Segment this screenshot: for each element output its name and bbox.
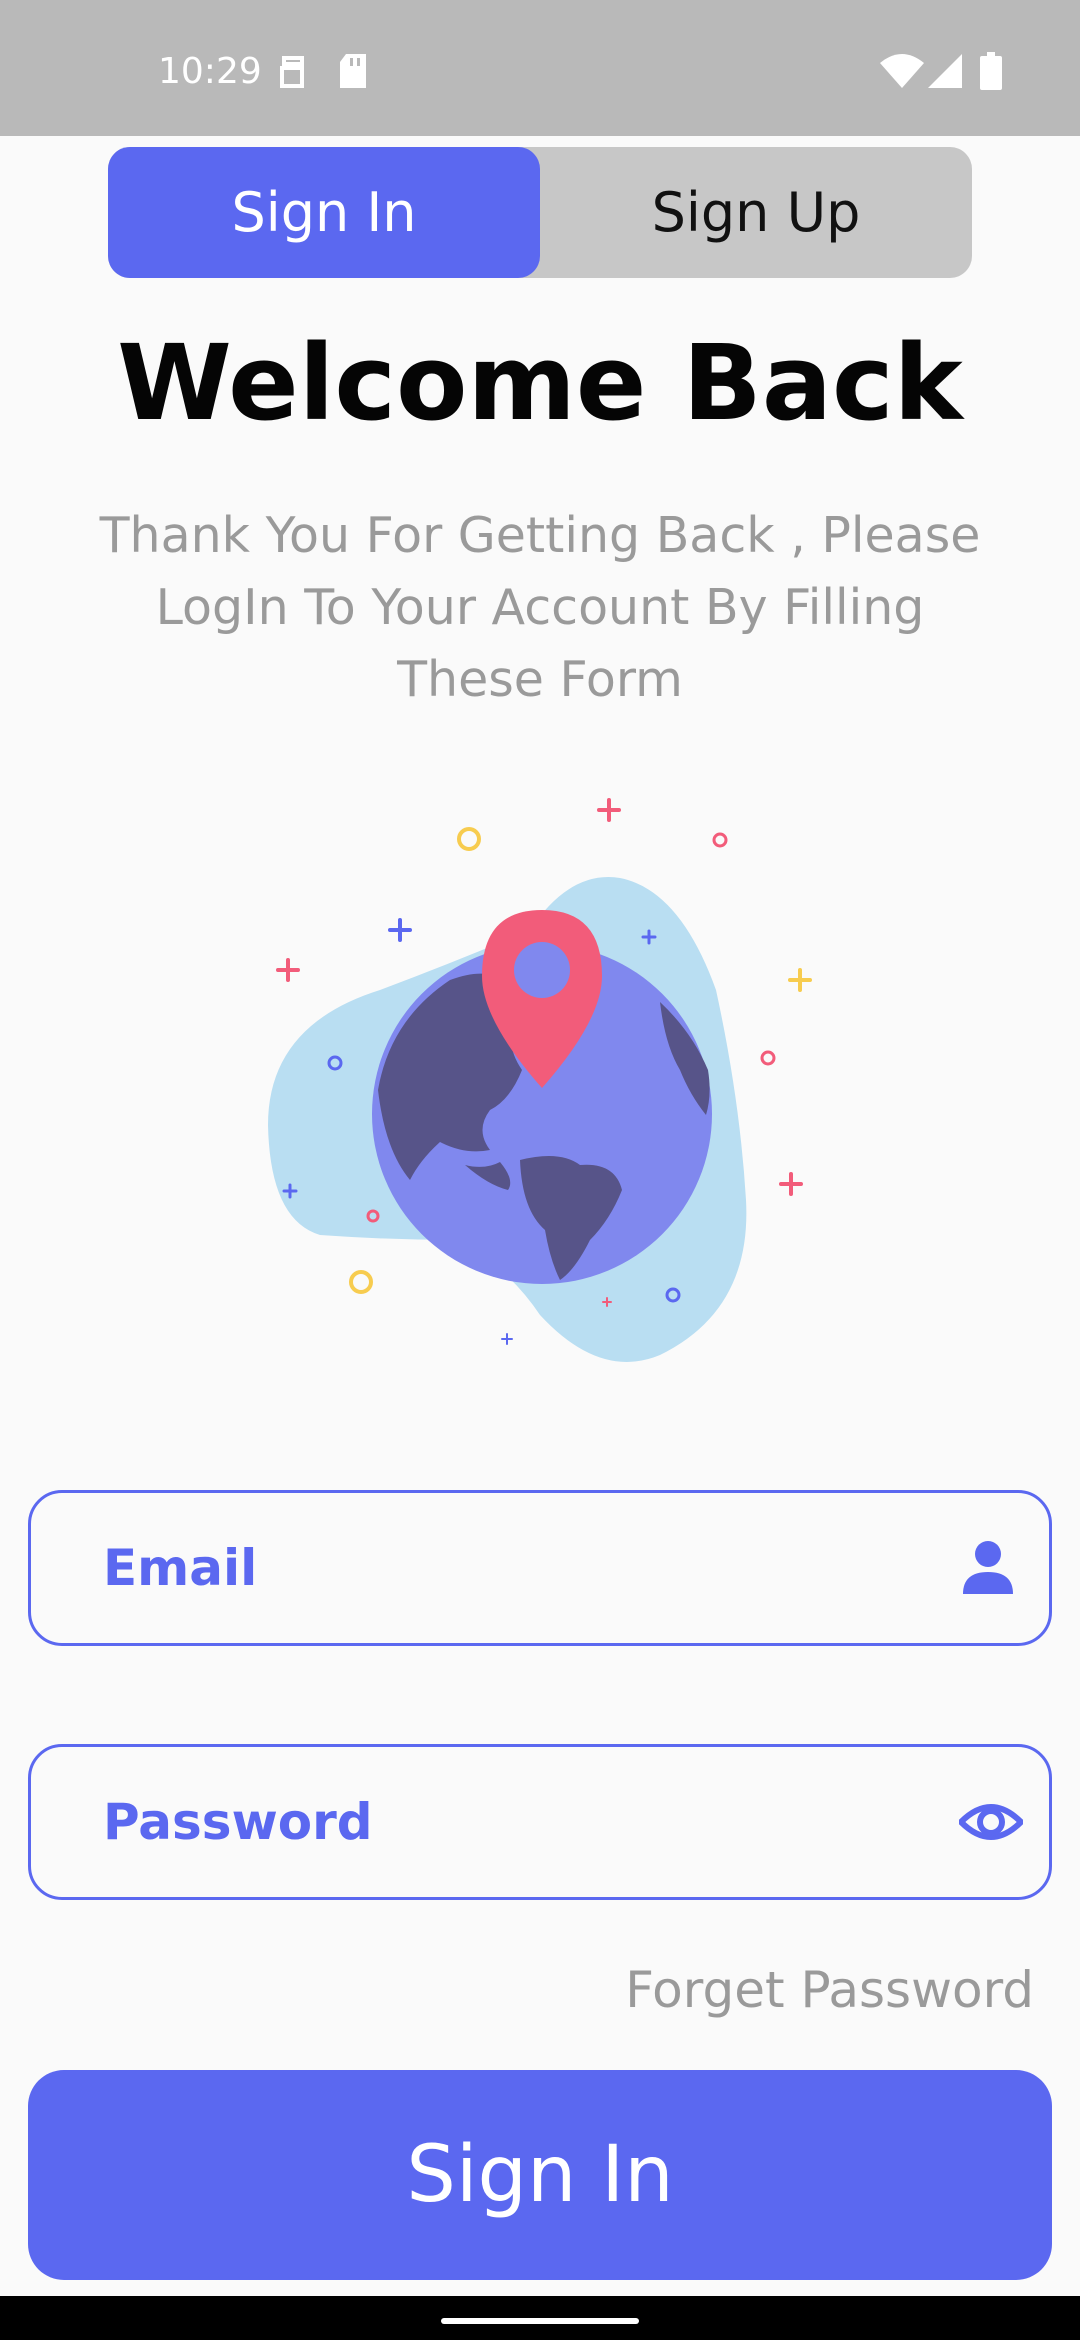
forget-password-link[interactable]: Forget Password — [625, 1958, 1034, 2022]
eye-icon[interactable] — [959, 1792, 1023, 1852]
password-placeholder: Password — [103, 1793, 373, 1851]
page-title: Welcome Back — [117, 322, 963, 444]
wifi-icon — [880, 54, 924, 88]
battery-icon — [980, 52, 1002, 90]
tab-sign-up[interactable]: Sign Up — [540, 147, 972, 278]
auth-tab-toggle: Sign In Sign Up — [108, 147, 972, 278]
tab-sign-up-label: Sign Up — [651, 181, 861, 244]
sign-in-button[interactable]: Sign In — [28, 2070, 1052, 2280]
sign-in-button-label: Sign In — [406, 2130, 674, 2220]
person-icon — [963, 1541, 1013, 1594]
tab-sign-in[interactable]: Sign In — [108, 147, 540, 278]
password-field[interactable]: Password — [28, 1744, 1052, 1900]
page-subtitle: Thank You For Getting Back , Please LogI… — [99, 507, 981, 708]
status-time: 10:29 — [158, 51, 262, 92]
tab-sign-in-label: Sign In — [231, 181, 417, 244]
email-placeholder: Email — [103, 1539, 258, 1597]
home-gesture-handle[interactable] — [441, 2318, 639, 2324]
globe-location-pin-icon — [268, 798, 812, 1362]
status-bar: 10:29 — [0, 0, 1080, 136]
sd-card-icon — [340, 54, 366, 88]
sim-icon — [280, 56, 304, 88]
email-field[interactable]: Email — [28, 1490, 1052, 1646]
signal-icon — [928, 54, 962, 88]
